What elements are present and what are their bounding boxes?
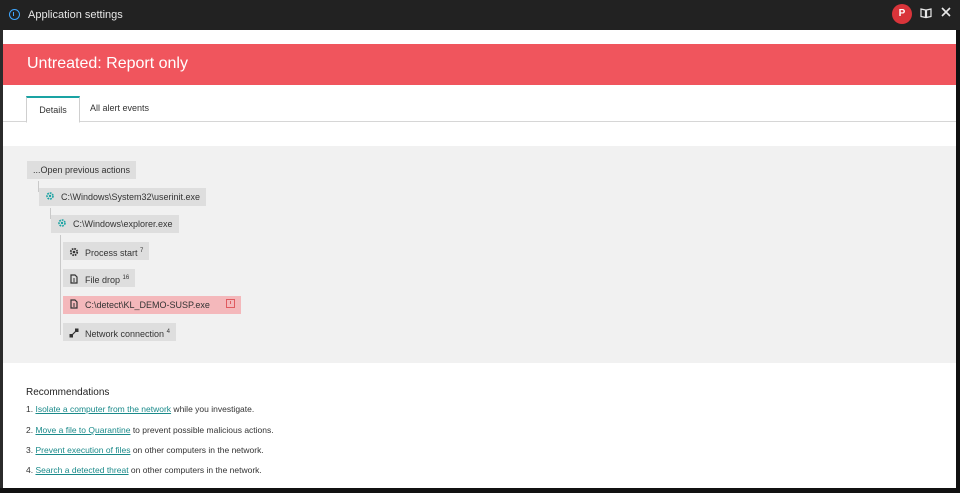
tree-node-file-drop[interactable]: File drop 16 [63, 269, 136, 287]
item-number: 1. [26, 404, 34, 414]
tab-details[interactable]: Details [26, 96, 80, 123]
gear-icon [58, 219, 66, 227]
tab-bar: Details All alert events [3, 96, 956, 123]
gear-icon [46, 192, 54, 200]
tree-node-suspicious-file[interactable]: C:\detect\KL_DEMO-SUSP.exe [63, 296, 242, 314]
status-title: Untreated: Report only [27, 55, 188, 72]
recommendation-item: 4. Search a detected threat on other com… [26, 465, 262, 475]
cog-icon [69, 247, 79, 257]
tab-all-alert-events[interactable]: All alert events [90, 96, 149, 121]
tree-node-label: Network connection [85, 329, 165, 339]
tree-connector [60, 235, 61, 335]
window-edge [956, 30, 960, 493]
recommendations-section: Recommendations 1. Isolate a computer fr… [3, 363, 956, 493]
network-icon [69, 328, 79, 338]
item-text: while you investigate. [171, 404, 255, 414]
event-count: 4 [166, 329, 170, 335]
tree-node-label: C:\Windows\explorer.exe [73, 219, 173, 229]
app-icon [9, 9, 20, 20]
search-threat-link[interactable]: Search a detected threat [35, 465, 128, 475]
open-previous-actions-button[interactable]: ...Open previous actions [27, 161, 137, 179]
tree-node-label: C:\Windows\System32\userinit.exe [61, 192, 201, 202]
prevent-execution-link[interactable]: Prevent execution of files [35, 445, 130, 455]
item-number: 4. [26, 465, 34, 475]
tree-node-network-connection[interactable]: Network connection 4 [63, 323, 176, 341]
item-text: on other computers in the network. [130, 445, 264, 455]
item-text: on other computers in the network. [128, 465, 262, 475]
settings-panel: Untreated: Report only Details All alert… [3, 30, 956, 493]
item-number: 3. [26, 445, 34, 455]
tree-node-label: Process start [85, 248, 138, 258]
process-tree: ...Open previous actions C:\Windows\Syst… [3, 146, 956, 363]
item-number: 2. [26, 425, 34, 435]
tree-node-process-start[interactable]: Process start 7 [63, 242, 150, 260]
item-text: to prevent possible malicious actions. [130, 425, 274, 435]
tree-node-label: File drop [85, 275, 121, 285]
title-bar: Application settings P [0, 0, 960, 30]
recommendations-heading: Recommendations [26, 387, 110, 398]
close-icon[interactable] [940, 6, 952, 18]
tree-node-explorer[interactable]: C:\Windows\explorer.exe [51, 215, 179, 233]
file-icon [70, 299, 78, 309]
file-icon [70, 274, 78, 284]
recommendation-item: 1. Isolate a computer from the network w… [26, 404, 254, 414]
user-avatar[interactable]: P [892, 4, 912, 24]
recommendation-item: 3. Prevent execution of files on other c… [26, 445, 264, 455]
tree-node-label: C:\detect\KL_DEMO-SUSP.exe [85, 300, 210, 310]
alert-info-icon[interactable] [226, 299, 236, 308]
tree-node-userinit[interactable]: C:\Windows\System32\userinit.exe [39, 188, 207, 206]
taskbar-strip [0, 488, 960, 493]
window-title: Application settings [28, 9, 123, 21]
status-banner: Untreated: Report only [3, 44, 956, 85]
isolate-computer-link[interactable]: Isolate a computer from the network [35, 404, 171, 414]
recommendation-item: 2. Move a file to Quarantine to prevent … [26, 425, 274, 435]
event-count: 7 [140, 248, 144, 254]
move-to-quarantine-link[interactable]: Move a file to Quarantine [35, 425, 130, 435]
event-count: 16 [122, 275, 130, 281]
book-icon[interactable] [920, 7, 932, 19]
